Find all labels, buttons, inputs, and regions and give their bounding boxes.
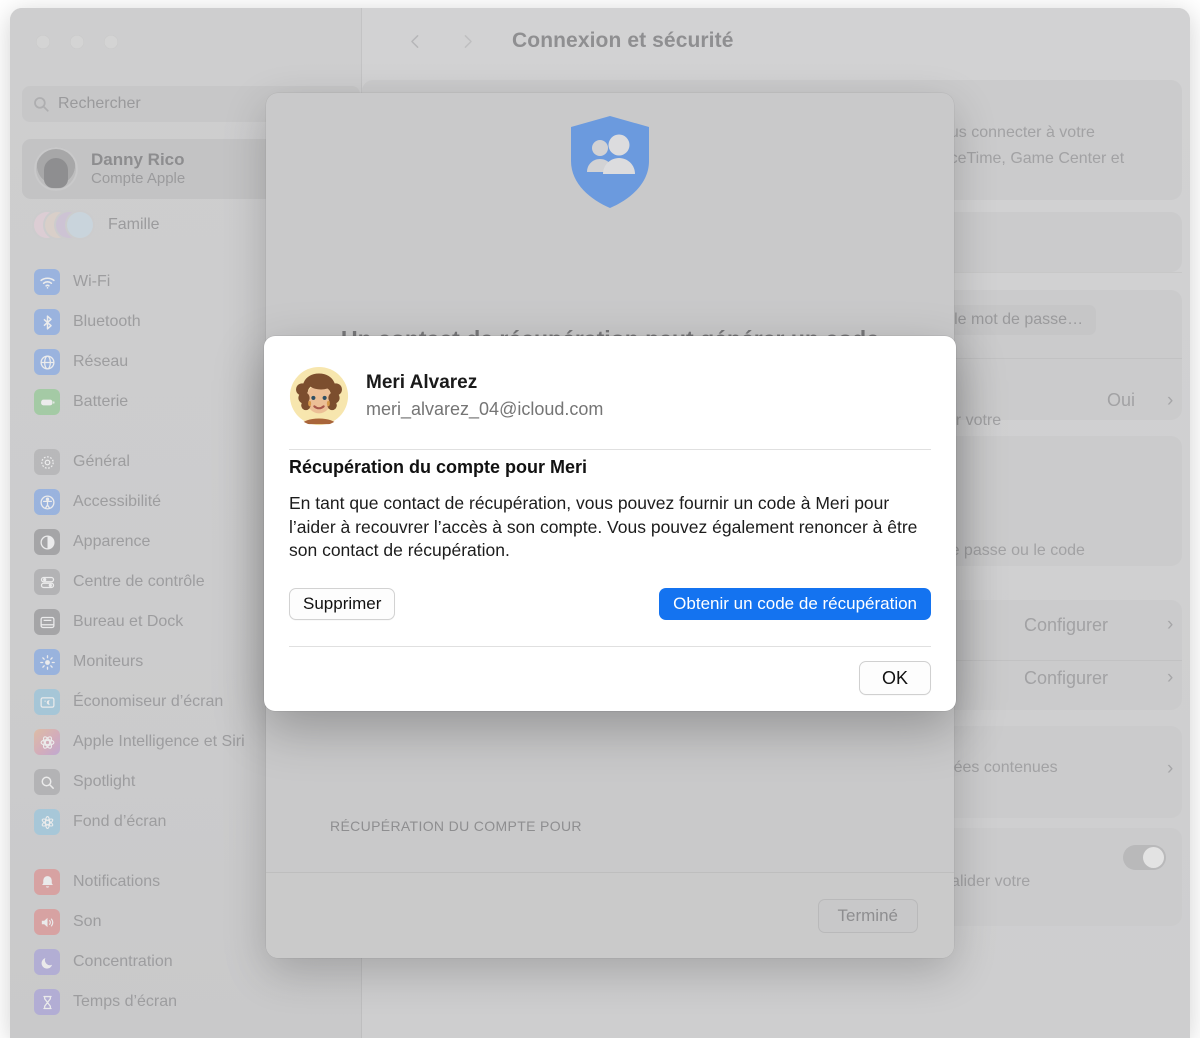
notifications-icon [34,869,60,895]
screen-time-icon [34,989,60,1015]
sidebar-item-label: Temps d’écran [73,993,178,1010]
modal-body-text: En tant que contact de récupération, vou… [289,493,918,561]
avatar [289,366,349,426]
chevron-right-icon[interactable]: › [1167,667,1173,689]
sidebar-item-label: Batterie [73,393,129,410]
sidebar-item-label: Moniteurs [73,653,144,670]
spotlight-icon [34,769,60,795]
contact-name: Meri Alvarez [366,371,478,393]
sidebar-item-label: Notifications [73,873,161,890]
back-button[interactable] [400,26,430,56]
search-placeholder: Rechercher [58,95,141,112]
window-controls[interactable] [36,35,118,49]
focus-icon [34,949,60,975]
sidebar-item-label: Centre de contrôle [73,573,205,590]
divider [289,646,931,647]
bg-fragment: Configurer [1024,615,1109,635]
wifi-icon [34,269,60,295]
modal-heading: Récupération du compte pour Meri [289,457,588,477]
sidebar-item-label: Général [73,453,130,470]
sidebar-item-label: Économiseur d’écran [73,693,224,710]
contact-email: meri_alvarez_04@icloud.com [366,399,604,420]
system-settings-window: Rechercher Danny Rico Compte Apple Famil… [10,8,1190,1038]
globe-icon [34,349,60,375]
sidebar-item-label: Fond d’écran [73,813,167,830]
sidebar-item-label: Concentration [73,953,173,970]
chevron-right-icon [464,34,472,48]
done-button[interactable]: Terminé [817,899,918,933]
account-subtitle: Compte Apple [91,169,186,187]
search-icon [34,97,49,112]
battery-icon [34,389,60,415]
bluetooth-icon [34,309,60,335]
gear-icon [34,449,60,475]
close-button[interactable] [36,35,50,49]
chevron-right-icon[interactable]: › [1167,390,1173,412]
avatar [34,147,78,191]
modal-header: Meri Alvarez meri_alvarez_04@icloud.com [289,366,603,426]
get-recovery-code-button[interactable]: Obtenir un code de récupération [659,588,931,620]
sidebar-item-label: Apparence [73,533,151,550]
sidebar-item-label: Bluetooth [73,313,141,330]
control-center-icon [34,569,60,595]
toolbar: Connexion et sécurité [362,8,1190,74]
page-title: Connexion et sécurité [512,29,734,52]
account-name: Danny Rico [91,150,185,170]
sidebar-item-label: Wi-Fi [73,273,111,290]
displays-icon [34,649,60,675]
appearance-icon [34,529,60,555]
icloud-verify-toggle[interactable] [1123,845,1166,870]
recovery-contact-shield-icon [571,116,649,208]
sidebar-item-label: Spotlight [73,773,136,790]
screen: Rechercher Danny Rico Compte Apple Famil… [0,0,1200,1038]
family-avatars-icon [34,210,96,240]
sidebar-item-label: Réseau [73,353,129,370]
sidebar-item-label: Apple Intelligence et Siri [73,733,245,750]
wallpaper-icon [34,809,60,835]
sidebar-item-label: Famille [108,216,160,233]
minimize-button[interactable] [70,35,84,49]
bg-fragment: Configurer [1024,668,1109,688]
desktop-dock-icon [34,609,60,635]
screensaver-icon [34,689,60,715]
siri-icon [34,729,60,755]
sidebar-item-label: Bureau et Dock [73,613,184,630]
accessibility-icon [34,489,60,515]
divider [289,449,931,450]
sheet-footer: Terminé [266,872,954,958]
sidebar-item-label: Accessibilité [73,493,162,510]
sidebar-item-label: Son [73,913,102,930]
sheet-section-label: RÉCUPÉRATION DU COMPTE POUR [330,818,582,834]
chevron-left-icon [410,34,418,48]
bg-fragment: vous connecter à votre [933,124,1095,141]
chevron-right-icon[interactable]: › [1167,614,1173,636]
forward-button[interactable] [452,26,482,56]
bg-fragment: Oui [1107,390,1136,410]
sound-icon [34,909,60,935]
ok-button[interactable]: OK [858,661,931,695]
recovery-contact-detail-modal: Meri Alvarez meri_alvarez_04@icloud.com … [264,336,956,711]
sidebar-item-temps-decran[interactable]: Temps d’écran [22,982,360,1022]
zoom-button[interactable] [104,35,118,49]
delete-button[interactable]: Supprimer [289,588,396,620]
chevron-right-icon[interactable]: › [1167,758,1173,780]
